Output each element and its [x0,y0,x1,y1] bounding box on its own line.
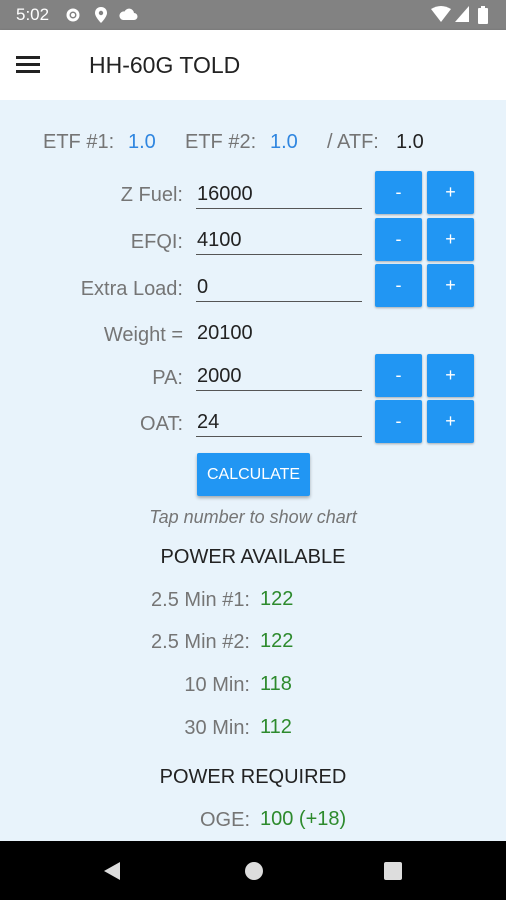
weight-value: 20100 [197,322,253,344]
status-bar: 5:02 [0,0,506,30]
zfuel-minus-button[interactable]: - [375,171,422,214]
atf-label: / ATF: [327,131,379,153]
efqi-minus-button[interactable]: - [375,218,422,261]
recents-icon[interactable] [384,862,402,880]
etf1-value[interactable]: 1.0 [128,131,156,154]
calculate-button[interactable]: CALCULATE [197,453,310,496]
menu-icon[interactable] [10,48,46,82]
extra-load-plus-button[interactable]: + [427,264,474,307]
power-required-title: POWER REQUIRED [159,766,347,788]
efqi-label: EFQI: [130,231,183,253]
signal-icon [455,6,469,22]
navigation-bar [0,841,506,900]
oat-field[interactable] [196,409,363,437]
efqi-field[interactable] [196,227,363,255]
wifi-icon [431,6,451,22]
power-available-title: POWER AVAILABLE [160,546,346,568]
pa-minus-button[interactable]: - [375,354,422,397]
app-bar: HH-60G TOLD [0,30,506,100]
efqi-input[interactable] [196,227,363,254]
chart-hint: Tap number to show chart [149,507,357,527]
status-time: 5:02 [16,5,50,24]
weight-label: Weight = [103,324,183,346]
extra-load-field[interactable] [196,274,363,302]
extra-load-input[interactable] [196,274,363,301]
pa-row-value[interactable]: 112 [260,716,292,739]
pr-row-value[interactable]: 100 (+18) [260,808,346,831]
zfuel-plus-button[interactable]: + [427,171,474,214]
pr-row-label: OGE: [199,809,250,831]
oat-input[interactable] [196,409,363,436]
battery-icon [478,6,488,24]
oat-plus-button[interactable]: + [427,400,474,443]
pa-row-value[interactable]: 118 [260,673,292,696]
extra-load-minus-button[interactable]: - [375,264,422,307]
pa-field[interactable] [196,363,363,391]
settings-icon [66,8,80,22]
app-title: HH-60G TOLD [89,52,241,78]
pa-row-label: 2.5 Min #2: [151,631,250,653]
zfuel-input[interactable] [196,181,363,208]
pa-row-value[interactable]: 122 [260,588,293,611]
efqi-plus-button[interactable]: + [427,218,474,261]
etf2-label: ETF #2: [185,131,257,153]
home-icon[interactable] [244,861,264,881]
location-icon [95,7,107,23]
zfuel-field[interactable] [196,181,363,209]
oat-minus-button[interactable]: - [375,400,422,443]
oat-label: OAT: [140,413,183,435]
pa-plus-button[interactable]: + [427,354,474,397]
pa-row-label: 10 Min: [184,674,250,696]
etf2-value[interactable]: 1.0 [270,131,298,154]
cloud-icon [119,8,138,20]
pa-row-value[interactable]: 122 [260,630,293,653]
atf-value: 1.0 [396,131,424,153]
pa-row-label: 2.5 Min #1: [151,589,250,611]
pa-input[interactable] [196,363,363,390]
main-content: ETF #1: 1.0 ETF #2: 1.0 / ATF: 1.0 Z Fue… [0,100,506,841]
pa-label: PA: [152,367,183,389]
etf1-label: ETF #1: [43,131,115,153]
extra-load-label: Extra Load: [80,278,183,300]
pa-row-label: 30 Min: [184,717,250,739]
back-icon[interactable] [102,861,122,881]
zfuel-label: Z Fuel: [120,184,183,206]
